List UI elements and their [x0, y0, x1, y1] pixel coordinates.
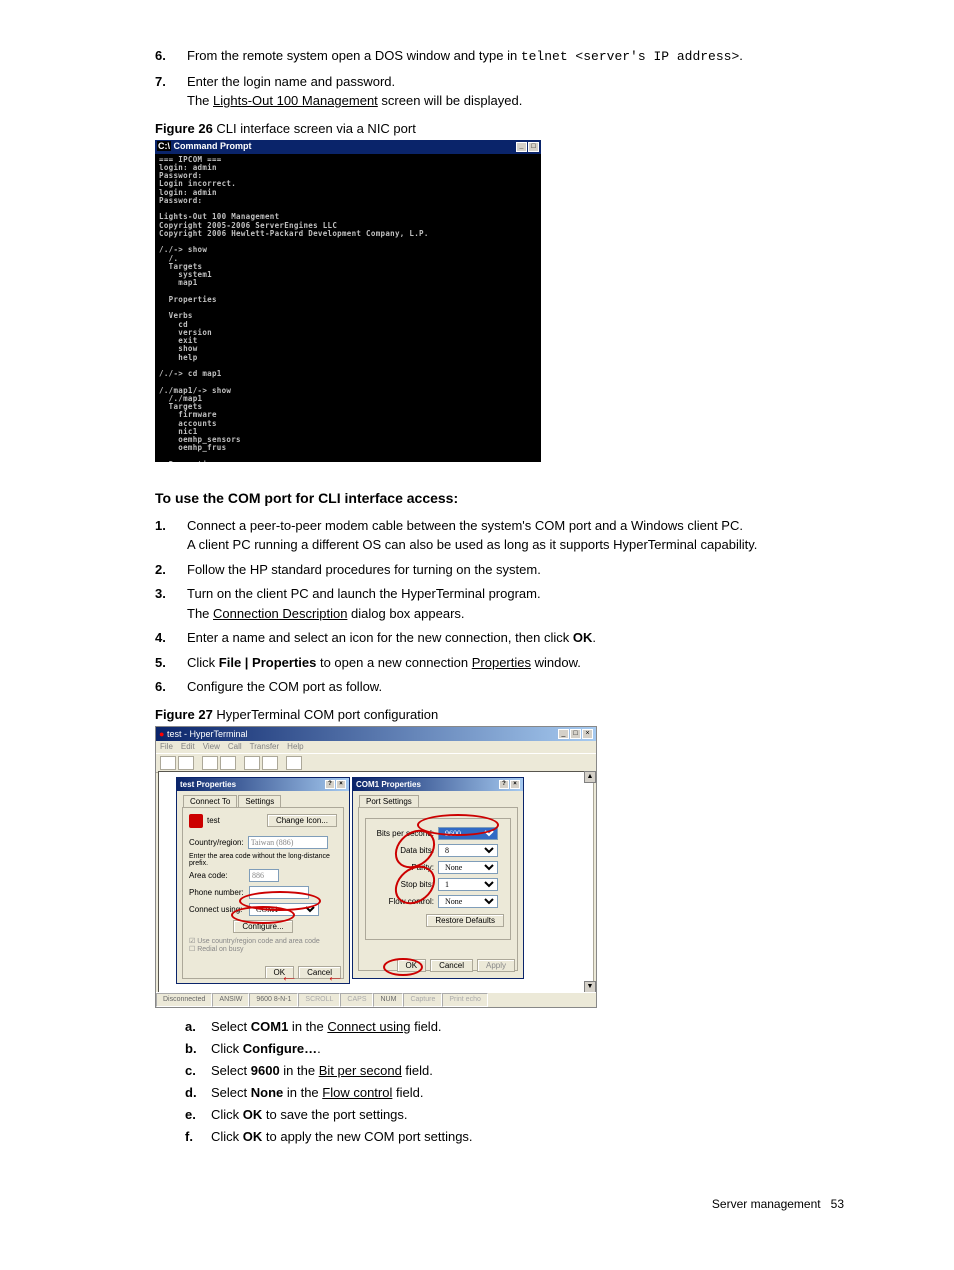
list-item: 7. Enter the login name and password. Th… — [155, 72, 844, 111]
close-icon: × — [510, 780, 520, 789]
statusbar: Disconnected ANSIW 9600 8-N-1 SCROLL CAP… — [156, 992, 596, 1007]
dialog-titlebar: test Properties ? × — [177, 778, 349, 791]
window-titlebar: C:\ Command Prompt _ □ — [155, 140, 541, 154]
menu-item: Transfer — [250, 742, 280, 751]
figure-caption: Figure 27 HyperTerminal COM port configu… — [155, 707, 844, 722]
window-buttons: _ □ — [516, 142, 539, 152]
tab-connect-to: Connect To — [183, 795, 237, 807]
bps-select: 9600 — [438, 827, 498, 840]
area-code-field — [249, 869, 279, 882]
toolbar-icon — [178, 756, 194, 770]
list-item: a. Select COM1 in the Connect using fiel… — [185, 1018, 844, 1036]
close-icon: × — [582, 729, 593, 739]
page-footer: Server management 53 — [155, 1197, 844, 1211]
code-text: telnet <server's IP address> — [521, 49, 739, 64]
connect-using-select: COM1 — [249, 903, 319, 916]
tab-strip: Port Settings — [359, 795, 523, 807]
scrollbar-up-icon: ▲ — [584, 771, 596, 783]
list-item: 2. Follow the HP standard procedures for… — [155, 560, 844, 580]
list-item: 5. Click File | Properties to open a new… — [155, 653, 844, 673]
list-item: e. Click OK to save the port settings. — [185, 1106, 844, 1124]
toolbar-icon — [286, 756, 302, 770]
tab-strip: Connect To Settings — [183, 795, 349, 807]
minimize-icon: _ — [516, 142, 527, 152]
dialog-com-properties: COM1 Properties ? × Port Settings Bits p… — [352, 777, 524, 979]
checkbox-icon: ☑ — [189, 938, 195, 945]
list-item: d. Select None in the Flow control field… — [185, 1084, 844, 1102]
list-item: f. Click OK to apply the new COM port se… — [185, 1128, 844, 1146]
tab-body: test Change Icon... Country/region: Ente… — [182, 807, 344, 979]
menu-item: Call — [228, 742, 242, 751]
ok-button: OK — [397, 959, 427, 972]
list-text: From the remote system open a DOS window… — [187, 46, 844, 67]
menubar: File Edit View Call Transfer Help — [156, 741, 596, 753]
menu-item: Help — [287, 742, 303, 751]
tab-settings: Settings — [238, 795, 281, 807]
change-icon-button: Change Icon... — [267, 814, 337, 827]
list-item: 3. Turn on the client PC and launch the … — [155, 584, 844, 623]
figure-hyperterminal-screenshot: ● test - HyperTerminal _ □ × File Edit V… — [155, 726, 597, 1008]
help-icon: ? — [499, 780, 509, 789]
list-item: 6. From the remote system open a DOS win… — [155, 46, 844, 67]
configure-button: Configure... — [233, 920, 292, 933]
toolbar-icon — [262, 756, 278, 770]
document-page: 6. From the remote system open a DOS win… — [0, 0, 954, 1251]
dialog-titlebar: COM1 Properties ? × — [353, 778, 523, 791]
list-item: 4. Enter a name and select an icon for t… — [155, 628, 844, 648]
maximize-icon: □ — [528, 142, 539, 152]
window-titlebar: ● test - HyperTerminal _ □ × — [156, 727, 596, 741]
ordered-sublist: a. Select COM1 in the Connect using fiel… — [185, 1018, 844, 1147]
connection-icon — [189, 814, 203, 828]
help-icon: ? — [325, 780, 335, 789]
phone-field — [249, 886, 309, 899]
list-item: 6. Configure the COM port as follow. — [155, 677, 844, 697]
flow-select: None — [438, 895, 498, 908]
figure-cli-screenshot: C:\ Command Prompt _ □ === IPCOM === log… — [155, 140, 541, 462]
arrow-icon: ⟵ — [330, 974, 341, 983]
close-icon: × — [336, 780, 346, 789]
dialog-connection-properties: test Properties ? × Connect To Settings … — [176, 777, 350, 984]
list-marker: 7. — [155, 72, 187, 111]
ordered-list-steps: 1. Connect a peer-to-peer modem cable be… — [155, 516, 844, 697]
tab-body: Bits per second: 9600 Data bits: 8 Parit… — [358, 807, 518, 971]
window-buttons: _ □ × — [558, 729, 593, 739]
tab-port-settings: Port Settings — [359, 795, 419, 807]
ordered-list-top: 6. From the remote system open a DOS win… — [155, 46, 844, 111]
list-text: Enter the login name and password. The L… — [187, 72, 844, 111]
country-field — [248, 836, 328, 849]
list-item: c. Select 9600 in the Bit per second fie… — [185, 1062, 844, 1080]
stopbits-select: 1 — [438, 878, 498, 891]
cancel-button: Cancel — [430, 959, 473, 972]
checkbox-icon: ☐ — [189, 946, 195, 953]
window-title: ● test - HyperTerminal — [159, 729, 247, 739]
databits-select: 8 — [438, 844, 498, 857]
figure-caption: Figure 26 CLI interface screen via a NIC… — [155, 121, 844, 136]
toolbar-icon — [220, 756, 236, 770]
window-title: C:\ Command Prompt — [157, 142, 252, 152]
toolbar-icon — [244, 756, 260, 770]
toolbar-icon — [160, 756, 176, 770]
toolbar-icon — [202, 756, 218, 770]
menu-item: Edit — [181, 742, 195, 751]
menu-item: View — [203, 742, 220, 751]
apply-button: Apply — [477, 959, 515, 972]
maximize-icon: □ — [570, 729, 581, 739]
parity-select: None — [438, 861, 498, 874]
menu-item: File — [160, 742, 173, 751]
list-marker: 6. — [155, 46, 187, 67]
list-item: b. Click Configure…. — [185, 1040, 844, 1058]
console-output: === IPCOM === login: admin Password: Log… — [155, 154, 541, 462]
arrow-icon: ⟵ — [284, 974, 295, 983]
minimize-icon: _ — [558, 729, 569, 739]
toolbar — [156, 753, 596, 773]
section-heading: To use the COM port for CLI interface ac… — [155, 490, 844, 506]
port-settings-group: Bits per second: 9600 Data bits: 8 Parit… — [365, 818, 511, 940]
list-item: 1. Connect a peer-to-peer modem cable be… — [155, 516, 844, 555]
restore-defaults-button: Restore Defaults — [426, 914, 504, 927]
